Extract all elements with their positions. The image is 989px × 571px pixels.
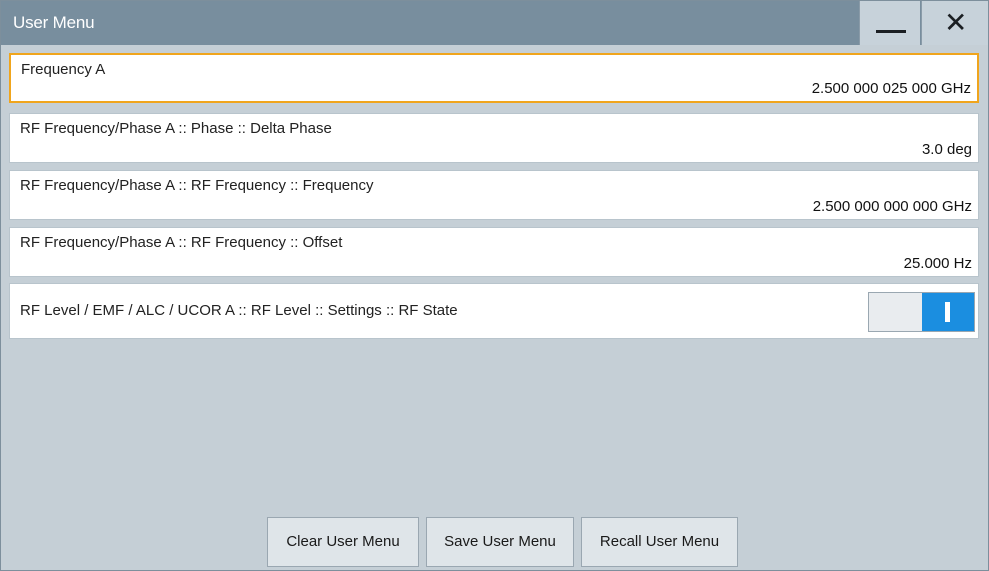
row-value: 25.000 Hz — [903, 255, 972, 272]
row-label: RF Frequency/Phase A :: Phase :: Delta P… — [20, 120, 332, 137]
row-value: 2.500 000 000 000 GHz — [812, 198, 972, 215]
power-on-icon — [945, 302, 950, 322]
row-label: RF Frequency/Phase A :: RF Frequency :: … — [20, 177, 374, 194]
menu-row-delta-phase[interactable]: RF Frequency/Phase A :: Phase :: Delta P… — [9, 113, 979, 163]
recall-user-menu-button[interactable]: Recall User Menu — [581, 517, 738, 567]
close-icon: ✕ — [944, 6, 968, 39]
menu-row-rf-state: RF Level / EMF / ALC / UCOR A :: RF Leve… — [9, 283, 979, 339]
toggle-on-knob — [922, 293, 974, 331]
window-title: User Menu — [13, 13, 95, 32]
clear-user-menu-button[interactable]: Clear User Menu — [267, 517, 419, 567]
row-label: RF Level / EMF / ALC / UCOR A :: RF Leve… — [20, 302, 458, 319]
menu-row-offset[interactable]: RF Frequency/Phase A :: RF Frequency :: … — [9, 227, 979, 277]
row-value: 3.0 deg — [921, 141, 972, 158]
minimize-button[interactable] — [859, 1, 920, 45]
row-value: 2.500 000 025 000 GHz — [811, 80, 971, 97]
menu-row-rf-frequency[interactable]: RF Frequency/Phase A :: RF Frequency :: … — [9, 170, 979, 220]
rf-state-toggle[interactable] — [868, 292, 975, 332]
close-button[interactable]: ✕ — [921, 1, 988, 45]
minimize-icon — [876, 30, 906, 33]
menu-row-frequency-a[interactable]: Frequency A 2.500 000 025 000 GHz — [9, 53, 979, 103]
user-menu-window: User Menu ✕ Frequency A 2.500 000 025 00… — [0, 0, 989, 571]
row-label: RF Frequency/Phase A :: RF Frequency :: … — [20, 234, 343, 251]
save-user-menu-button[interactable]: Save User Menu — [426, 517, 574, 567]
row-label: Frequency A — [21, 61, 106, 78]
title-bar: User Menu ✕ — [1, 1, 988, 45]
